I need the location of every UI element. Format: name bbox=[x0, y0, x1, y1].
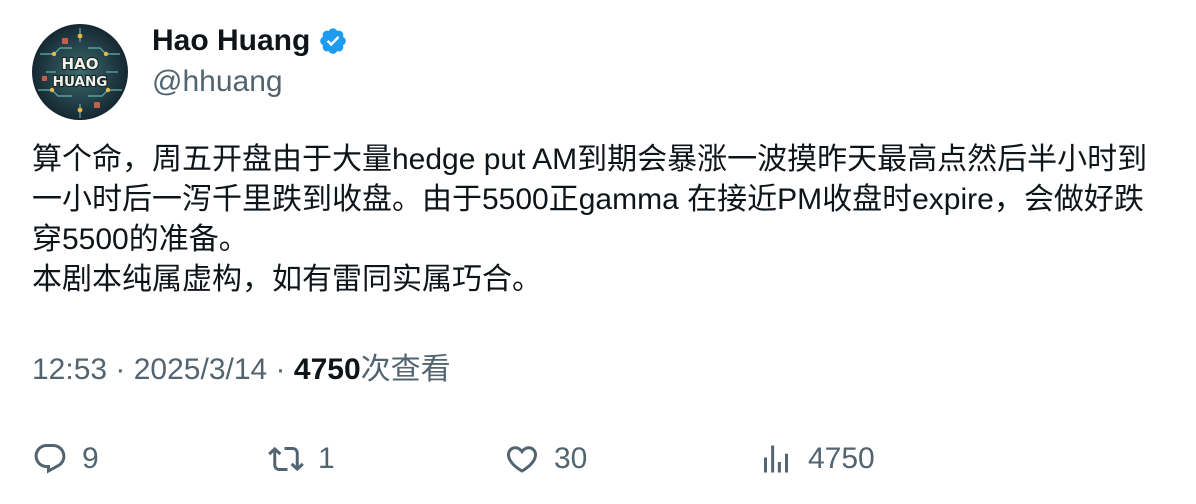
tweet-time[interactable]: 12:53 bbox=[32, 353, 107, 386]
avatar-text-line1: HAO bbox=[62, 55, 99, 73]
heart-icon bbox=[504, 441, 540, 477]
tweet-meta: 12:53 · 2025/3/14 · 4750次查看 bbox=[32, 350, 451, 390]
views-action-count: 4750 bbox=[808, 442, 875, 475]
tweet-date[interactable]: 2025/3/14 bbox=[134, 353, 267, 386]
tweet-text: 算个命，周五开盘由于大量hedge put AM到期会暴涨一波摸昨天最高点然后半… bbox=[32, 143, 1148, 296]
author-handle[interactable]: @hhuang bbox=[152, 63, 283, 101]
avatar-text-line2: HUANG bbox=[53, 74, 108, 90]
retweet-button[interactable]: 1 bbox=[268, 436, 335, 482]
author-name[interactable]: Hao Huang bbox=[152, 22, 348, 60]
avatar-image: HAO HUANG bbox=[32, 24, 128, 120]
views-count: 4750 bbox=[293, 353, 361, 386]
like-button[interactable]: 30 bbox=[504, 436, 587, 482]
author-name-text: Hao Huang bbox=[152, 24, 311, 57]
views-label: 次查看 bbox=[360, 353, 451, 386]
retweet-count: 1 bbox=[318, 442, 335, 475]
retweet-icon bbox=[268, 441, 304, 477]
reply-icon bbox=[32, 441, 68, 477]
meta-separator: · bbox=[107, 353, 134, 386]
verified-badge-icon[interactable] bbox=[318, 26, 348, 56]
reply-button[interactable]: 9 bbox=[32, 436, 99, 482]
action-bar: 9 1 30 4750 bbox=[0, 436, 1196, 482]
avatar[interactable]: HAO HUANG bbox=[32, 24, 128, 120]
like-count: 30 bbox=[554, 442, 588, 475]
meta-separator: · bbox=[267, 353, 294, 386]
reply-count: 9 bbox=[82, 442, 99, 475]
views-button[interactable]: 4750 bbox=[758, 436, 875, 482]
analytics-icon bbox=[758, 441, 794, 477]
